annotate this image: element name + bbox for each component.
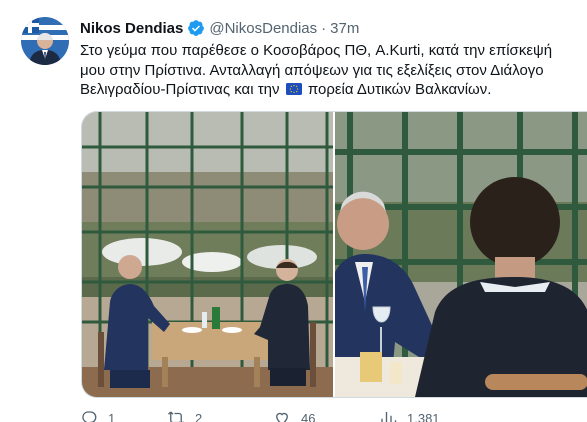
views-count: 1,381 [407,410,440,422]
retweet-count: 2 [195,410,203,422]
verified-badge-icon [188,20,205,36]
tweet-text-part3: πορεία Δυτικών Βαλκανίων. [303,81,492,98]
media-grid [81,111,587,398]
retweet-button[interactable]: 2 [167,408,273,422]
tweet-timestamp[interactable]: 37m [330,20,359,37]
tweet[interactable]: Nikos Dendias @NikosDendias · 37m Στο γε… [0,0,587,422]
views-icon [381,412,397,422]
views-button[interactable]: 1,381 [379,408,479,422]
reply-count: 1 [108,410,116,422]
avatar[interactable] [21,17,69,65]
like-icon [276,412,288,422]
photo-2[interactable] [335,112,587,397]
separator-dot: · [321,19,327,37]
action-bar: 1 2 46 1,381 [80,408,550,422]
tweet-header: Nikos Dendias @NikosDendias · 37m [80,18,359,38]
tweet-text: Στο γεύμα που παρέθεσε ο Κοσοβάρος ΠΘ, A… [80,41,560,100]
reply-button[interactable]: 1 [80,408,167,422]
mention: A.Kurti [375,42,421,59]
photo-1[interactable] [82,112,333,397]
author-handle[interactable]: @NikosDendias [209,20,317,37]
author-name[interactable]: Nikos Dendias [80,20,183,37]
tweet-text-part1: Στο γεύμα που παρέθεσε ο Κοσοβάρος ΠΘ, [80,42,376,59]
like-button[interactable]: 46 [273,408,379,422]
reply-icon [82,411,97,422]
like-count: 46 [301,410,316,422]
eu-flag-emoji [285,83,302,95]
retweet-icon [168,411,184,422]
